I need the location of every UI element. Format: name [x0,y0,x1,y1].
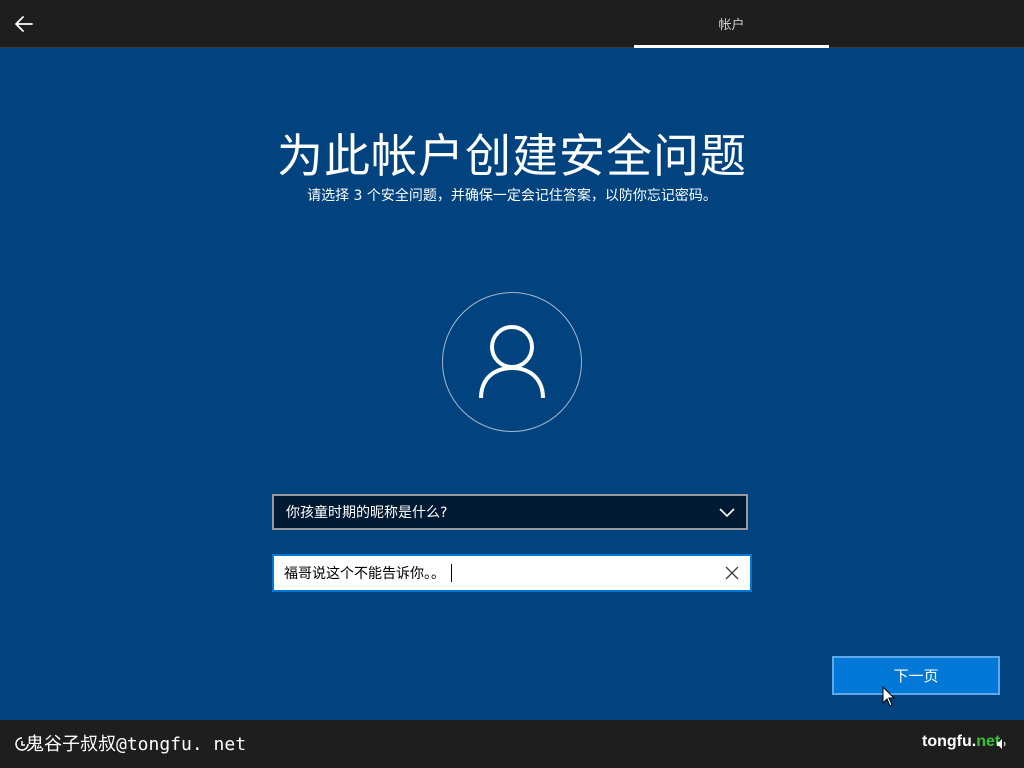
security-answer-value: 福哥说这个不能告诉你。。 [284,566,445,582]
sound-icon[interactable] [996,738,1008,750]
page-subtitle: 请选择 3 个安全问题，并确保一定会记住答案，以防你忘记密码。 [307,188,717,204]
chevron-down-icon [719,508,735,518]
top-bar [0,0,1024,48]
watermark-right: tongfu.net [922,733,1000,751]
tab-account[interactable]: 帐户 [634,0,829,47]
user-icon [479,325,545,399]
security-question-value: 你孩童时期的昵称是什么? [286,505,448,521]
back-arrow-icon [15,16,33,32]
avatar [442,292,582,432]
tab-underline [634,45,829,48]
watermark-left: 鬼谷子叔叔@tongfu. net [26,734,247,755]
watermark-right-main: tongfu. [922,733,977,750]
next-button[interactable]: 下一页 [832,656,1000,695]
security-answer-input[interactable]: 福哥说这个不能告诉你。。 [272,554,752,592]
close-icon[interactable] [724,565,740,581]
back-button[interactable] [10,10,38,38]
page-title: 为此帐户创建安全问题 [277,129,747,183]
security-question-dropdown[interactable]: 你孩童时期的昵称是什么? [272,494,748,530]
mouse-cursor-icon [882,686,896,707]
text-caret [451,564,452,582]
